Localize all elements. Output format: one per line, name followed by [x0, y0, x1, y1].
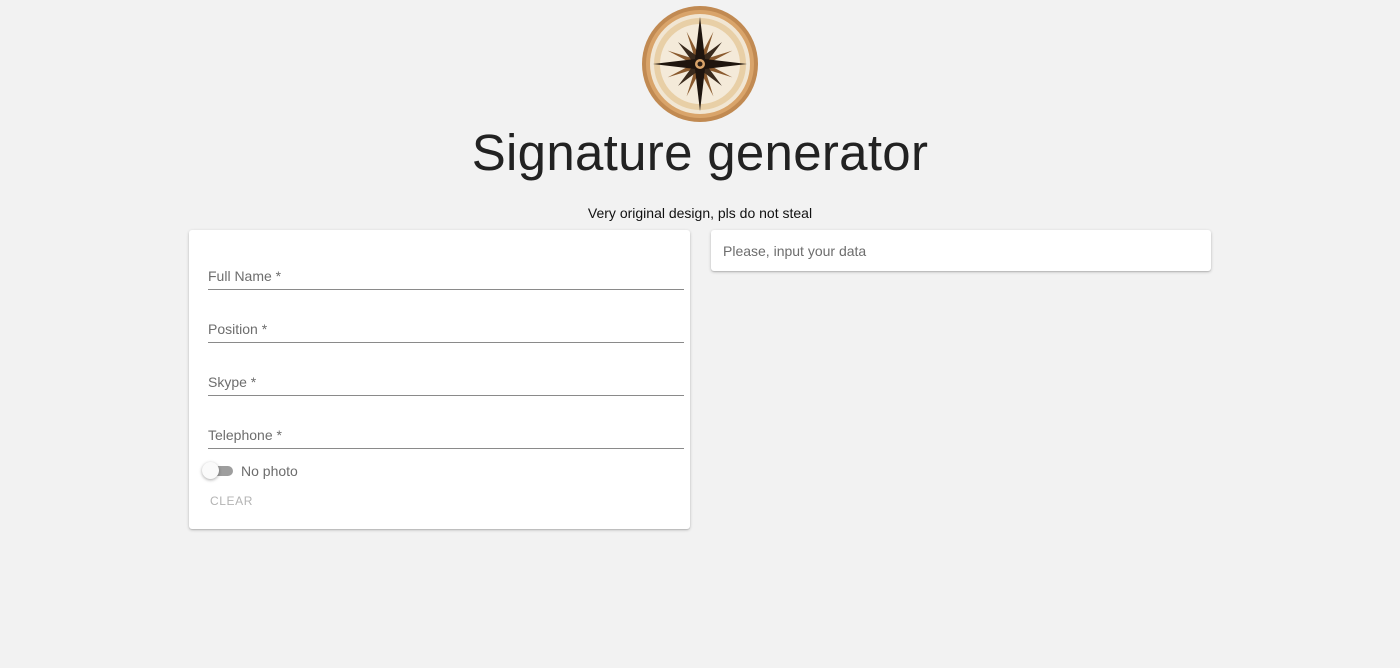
- preview-placeholder: Please, input your data: [723, 243, 867, 259]
- position-label: Position *: [208, 321, 268, 337]
- telephone-field[interactable]: Telephone *: [208, 418, 684, 449]
- compass-rose-icon: [642, 6, 758, 122]
- full-name-field[interactable]: Full Name *: [208, 259, 684, 290]
- clear-button[interactable]: CLEAR: [210, 494, 253, 508]
- position-field[interactable]: Position *: [208, 312, 684, 343]
- page-title: Signature generator: [471, 124, 929, 181]
- photo-toggle[interactable]: [202, 462, 234, 480]
- toggle-thumb: [202, 462, 219, 479]
- page-subtitle: Very original design, pls do not steal: [587, 205, 813, 221]
- skype-field[interactable]: Skype *: [208, 365, 684, 396]
- full-name-label: Full Name *: [208, 268, 282, 284]
- telephone-label: Telephone *: [208, 427, 282, 443]
- photo-toggle-label: No photo: [241, 463, 298, 479]
- signature-form-card: Full Name * Position * Skype * Telephone…: [189, 230, 690, 529]
- compass-logo: [641, 5, 759, 123]
- skype-label: Skype *: [208, 374, 257, 390]
- signature-preview-card: Please, input your data: [711, 230, 1211, 271]
